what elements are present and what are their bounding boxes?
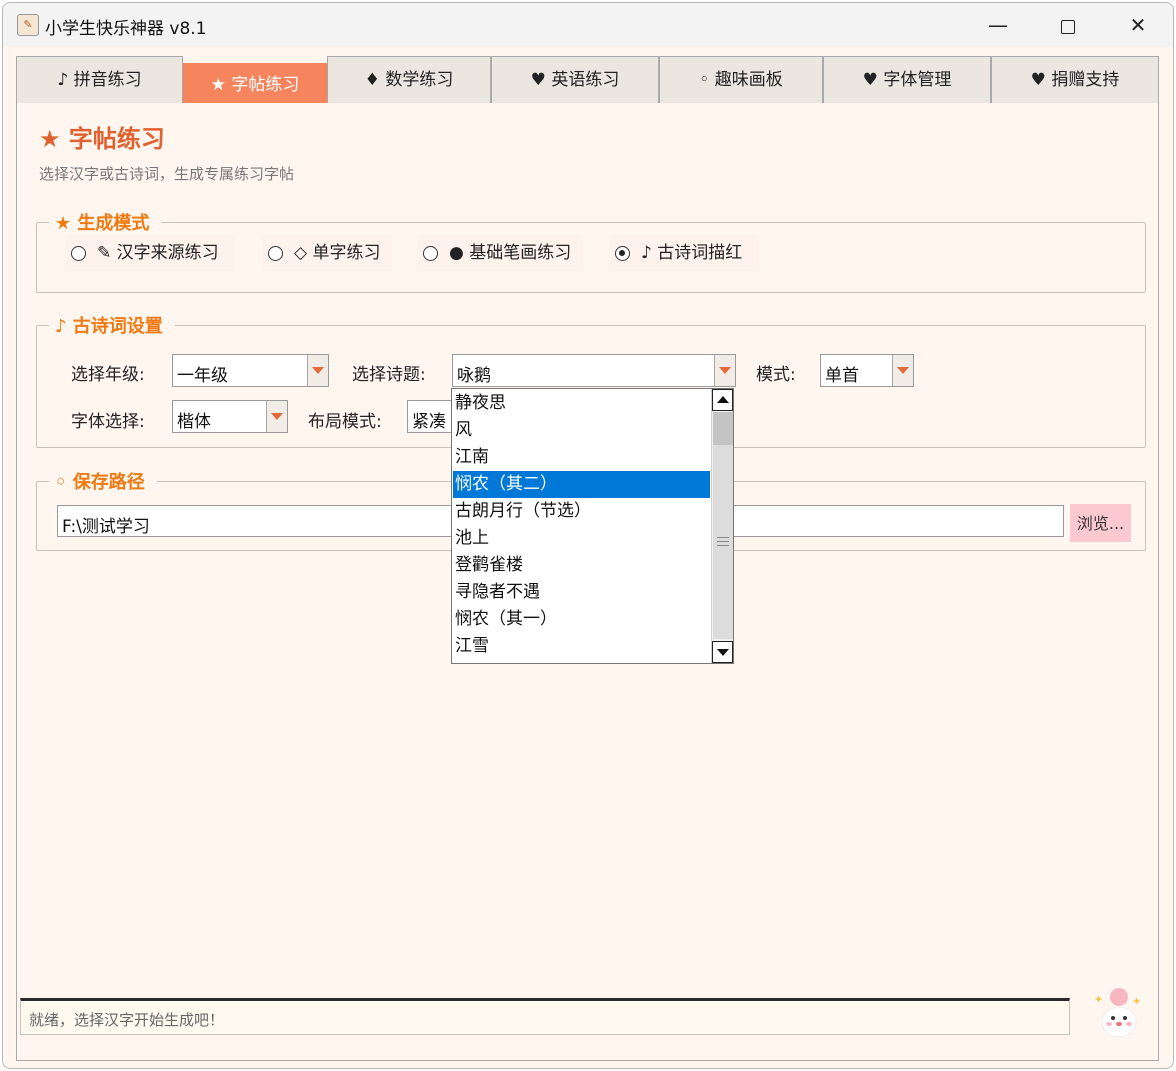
grip-icon [717, 537, 729, 546]
radio-label: ◇ 单字练习 [294, 243, 381, 263]
save-path-value: F:\测试学习 [62, 517, 150, 537]
app-logo-icon: ✎ [17, 14, 39, 36]
browse-button[interactable]: 浏览... [1070, 504, 1131, 542]
radio-label: ♪ 古诗词描红 [641, 243, 743, 263]
layout-value: 紧凑 [412, 412, 446, 432]
scroll-up-icon[interactable] [712, 389, 733, 411]
chevron-down-icon[interactable] [714, 355, 735, 386]
radio-icon [423, 246, 438, 261]
dropdown-option[interactable]: 古朗月行（节选） [453, 498, 710, 525]
tab-math[interactable]: ♦ 数学练习 [327, 56, 491, 104]
chevron-down-icon[interactable] [892, 355, 913, 386]
chevron-down-icon[interactable] [307, 355, 328, 386]
dropdown-scrollbar[interactable] [711, 389, 733, 663]
svg-text:✦: ✦ [1094, 993, 1103, 1006]
minimize-button[interactable]: — [963, 3, 1033, 47]
window-title: 小学生快乐神器 v8.1 [45, 19, 207, 39]
radio-icon [71, 246, 86, 261]
chevron-down-icon[interactable] [266, 401, 287, 432]
mode-value: 单首 [825, 366, 859, 386]
poem-dropdown-list: 静夜思 风 江南 悯农（其二） 古朗月行（节选） 池上 登鹳雀楼 寻隐者不遇 悯… [451, 388, 734, 664]
radio-label: ✎ 汉字来源练习 [97, 243, 219, 263]
page-subtitle: 选择汉字或古诗词，生成专属练习字帖 [39, 165, 295, 183]
poem-select[interactable]: 咏鹅 [452, 354, 736, 387]
tab-donate[interactable]: ♥ 捐赠支持 [991, 56, 1159, 104]
dropdown-option[interactable]: 江雪 [453, 633, 710, 660]
radio-single-char[interactable]: ◇ 单字练习 [262, 235, 392, 271]
status-bar: 就绪，选择汉字开始生成吧！ [20, 998, 1070, 1035]
grade-value: 一年级 [177, 366, 228, 386]
radio-poem-tracing[interactable]: ♪ 古诗词描红 [609, 235, 759, 271]
dropdown-option[interactable]: 江南 [453, 444, 710, 471]
svg-text:✦: ✦ [1132, 995, 1141, 1008]
close-button[interactable]: ✕ [1103, 3, 1173, 47]
title-bar: ✎ 小学生快乐神器 v8.1 — ✕ [3, 3, 1173, 47]
font-select[interactable]: 楷体 [172, 400, 288, 433]
maximize-button[interactable] [1033, 3, 1103, 47]
tab-bar: ♪ 拼音练习 ★ 字帖练习 ♦ 数学练习 ♥ 英语练习 ◦ 趣味画板 ♥ 字体管… [16, 56, 1159, 105]
mode-legend: ★ 生成模式 [55, 213, 150, 234]
radio-selected-icon [615, 246, 630, 261]
tab-drawing[interactable]: ◦ 趣味画板 [659, 56, 823, 104]
mode-select[interactable]: 单首 [820, 354, 914, 387]
tab-english[interactable]: ♥ 英语练习 [491, 56, 659, 104]
tab-copybook[interactable]: ★ 字帖练习 [183, 63, 327, 105]
dropdown-option[interactable]: 静夜思 [453, 390, 710, 417]
radio-icon [268, 246, 283, 261]
radio-label: ● 基础笔画练习 [449, 243, 572, 263]
grade-select[interactable]: 一年级 [172, 354, 329, 387]
font-value: 楷体 [177, 412, 211, 432]
dropdown-option[interactable]: 寻隐者不遇 [453, 579, 710, 606]
dropdown-option[interactable]: 悯农（其一） [453, 606, 710, 633]
app-window: ✎ 小学生快乐神器 v8.1 — ✕ ♪ 拼音练习 ★ 字帖练习 ♦ 数学练习 … [2, 2, 1174, 1069]
mascot-icon: ✦ ✦ [1094, 988, 1141, 1038]
poem-label: 选择诗题: [352, 365, 426, 385]
save-path-legend: ◦ 保存路径 [55, 472, 145, 493]
dropdown-option-selected[interactable]: 悯农（其二） [453, 471, 710, 498]
maximize-icon [1061, 19, 1075, 34]
radio-basic-strokes[interactable]: ● 基础笔画练习 [417, 235, 583, 271]
tab-pinyin[interactable]: ♪ 拼音练习 [16, 56, 183, 104]
tab-font-manager[interactable]: ♥ 字体管理 [823, 56, 991, 104]
dropdown-option[interactable]: 池上 [453, 525, 710, 552]
layout-label: 布局模式: [308, 412, 382, 432]
poem-settings-legend: ♪ 古诗词设置 [55, 316, 163, 337]
scroll-down-icon[interactable] [712, 641, 733, 663]
scroll-thumb[interactable] [713, 412, 733, 639]
dropdown-option[interactable]: 风 [453, 417, 710, 444]
grade-label: 选择年级: [71, 365, 145, 385]
font-label: 字体选择: [71, 412, 145, 432]
dropdown-option[interactable]: 登鹳雀楼 [453, 552, 710, 579]
poem-value: 咏鹅 [457, 366, 491, 386]
mode-label: 模式: [756, 365, 796, 385]
status-text: 就绪，选择汉字开始生成吧！ [29, 1011, 225, 1029]
page-title: ★ 字帖练习 [39, 125, 165, 153]
radio-source-practice[interactable]: ✎ 汉字来源练习 [65, 235, 235, 271]
